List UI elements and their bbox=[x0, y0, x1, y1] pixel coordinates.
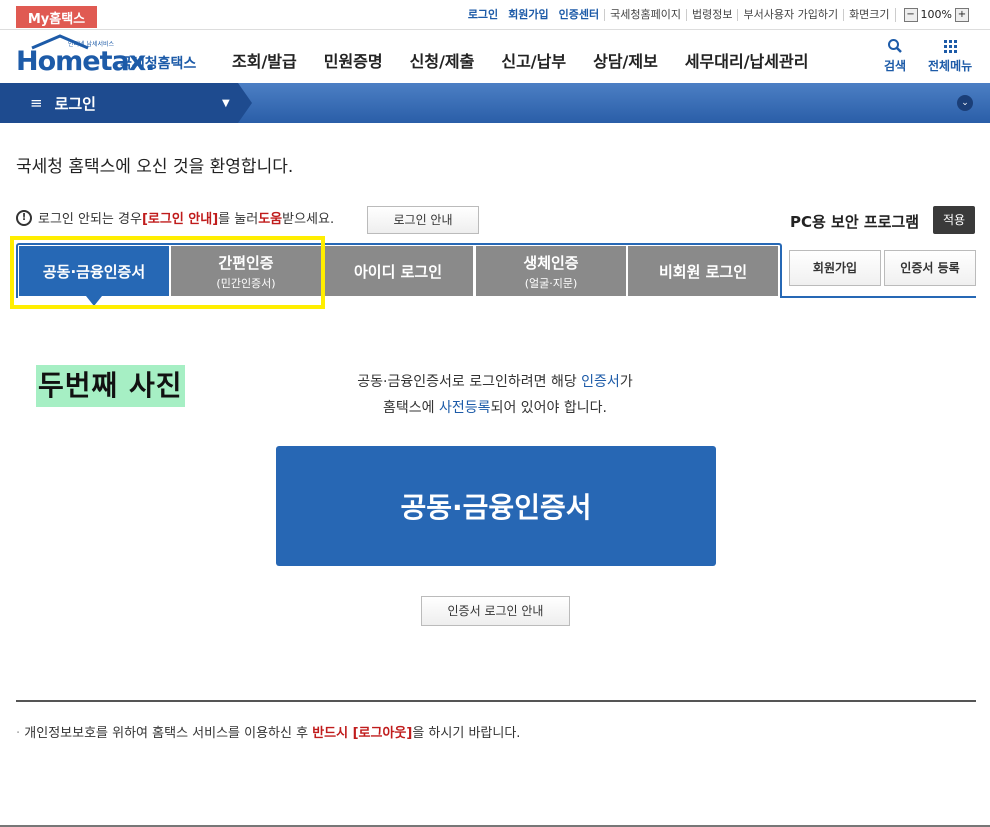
help-prefix: 로그인 안되는 경우 bbox=[38, 212, 142, 227]
desc-line-1: 공동·금융인증서로 로그인하려면 해당 인증서가 bbox=[357, 374, 633, 390]
location-label: 로그인 bbox=[54, 94, 96, 113]
grid-menu-icon bbox=[944, 40, 958, 53]
site-header: 인터넷 납세서비스 Hometax. 국세청홈택스 조회/발급 민원증명 신청/… bbox=[0, 30, 990, 82]
location-dropdown[interactable]: ≡ 로그인 ▼ bbox=[0, 83, 238, 123]
utility-links: 로그인 회원가입 인증센터 국세청홈페이지 법령정보 부서사용자 가입하기 화면… bbox=[463, 8, 972, 22]
hamburger-icon: ≡ bbox=[30, 94, 43, 112]
welcome-heading: 국세청 홈택스에 오신 것을 환영합니다. bbox=[16, 157, 294, 177]
signup-button[interactable]: 회원가입 bbox=[789, 250, 881, 286]
util-login-link[interactable]: 로그인 bbox=[463, 9, 503, 21]
cert-register-button[interactable]: 인증서 등록 bbox=[884, 250, 976, 286]
logo-subtitle: 국세청홈택스 bbox=[119, 56, 197, 72]
section-divider bbox=[16, 700, 976, 702]
zoom-in-button[interactable]: + bbox=[955, 8, 969, 22]
hometax-logo[interactable]: 인터넷 납세서비스 Hometax. 국세청홈택스 bbox=[16, 34, 201, 77]
utility-bar: My홈택스 로그인 회원가입 인증센터 국세청홈페이지 법령정보 부서사용자 가… bbox=[0, 0, 990, 30]
tab-baseline bbox=[780, 296, 976, 298]
search-label: 검색 bbox=[884, 59, 907, 73]
security-program-label: PC용 보안 프로그램 bbox=[790, 213, 920, 231]
tab-label: 아이디 로그인 bbox=[353, 262, 443, 281]
util-signup-link[interactable]: 회원가입 bbox=[503, 9, 553, 21]
tab-sublabel: (얼굴·지문) bbox=[524, 276, 578, 290]
gnb-item-tax-agent[interactable]: 세무대리/납세관리 bbox=[685, 48, 809, 72]
gnb-item-certificate[interactable]: 민원증명 bbox=[324, 48, 383, 72]
security-apply-button[interactable]: 적용 bbox=[933, 206, 975, 234]
joint-cert-login-button[interactable]: 공동·금융인증서 bbox=[276, 446, 716, 566]
annotation-label: 두번째 사진 bbox=[36, 365, 185, 407]
tab-label: 생체인증 bbox=[523, 253, 579, 272]
location-bar: ≡ 로그인 ▼ ⌄ bbox=[0, 83, 990, 123]
gnb-item-consult[interactable]: 상담/제보 bbox=[593, 48, 658, 72]
util-screen-size-label: 화면크기 bbox=[843, 9, 894, 21]
search-button[interactable]: 검색 bbox=[884, 38, 906, 74]
util-law-link[interactable]: 법령정보 bbox=[686, 9, 737, 21]
login-guide-button[interactable]: 로그인 안내 bbox=[367, 206, 479, 234]
exclamation-icon: ! bbox=[16, 209, 32, 226]
search-icon bbox=[888, 39, 902, 53]
tab-guest-login[interactable]: 비회원 로그인 bbox=[628, 246, 778, 296]
gnb-item-inquiry[interactable]: 조회/발급 bbox=[232, 48, 297, 72]
all-menu-button[interactable]: 전체메뉴 bbox=[928, 38, 972, 74]
zoom-out-button[interactable]: − bbox=[903, 8, 918, 22]
util-nts-home-link[interactable]: 국세청홈페이지 bbox=[604, 9, 686, 21]
annotation-highlight-box bbox=[10, 236, 325, 309]
zoom-control: − 100% + bbox=[894, 8, 972, 22]
help-link: 도움 bbox=[258, 212, 283, 227]
tab-id-login[interactable]: 아이디 로그인 bbox=[323, 246, 473, 296]
util-dept-signup-link[interactable]: 부서사용자 가입하기 bbox=[737, 9, 843, 21]
help-suffix: 받으세요. bbox=[282, 212, 335, 227]
tab-biometric[interactable]: 생체인증 (얼굴·지문) bbox=[476, 246, 626, 296]
chevron-down-icon[interactable]: ⌄ bbox=[957, 95, 973, 111]
location-arrow bbox=[238, 83, 252, 123]
my-hometax-tab[interactable]: My홈택스 bbox=[16, 6, 97, 28]
privacy-notice: · 개인정보보호를 위하여 홈택스 서비스를 이용하신 후 반드시 [로그아웃]… bbox=[16, 726, 521, 741]
help-mid: 를 눌러 bbox=[218, 212, 259, 227]
zoom-value: 100% bbox=[920, 8, 952, 21]
all-menu-label: 전체메뉴 bbox=[928, 59, 973, 73]
gnb-item-report[interactable]: 신고/납부 bbox=[501, 48, 566, 72]
desc-line-2: 홈택스에 사전등록되어 있어야 합니다. bbox=[383, 400, 607, 416]
caret-down-icon: ▼ bbox=[222, 98, 230, 109]
cert-login-description: 공동·금융인증서로 로그인하려면 해당 인증서가 홈택스에 사전등록되어 있어야… bbox=[300, 369, 690, 421]
cert-login-guide-button[interactable]: 인증서 로그인 안내 bbox=[421, 596, 570, 626]
tab-label: 비회원 로그인 bbox=[658, 262, 748, 281]
login-help-text: ! 로그인 안되는 경우 [로그인 안내] 를 눌러 도움 받으세요. bbox=[16, 208, 334, 227]
global-nav: 조회/발급 민원증명 신청/제출 신고/납부 상담/제보 세무대리/납세관리 bbox=[232, 48, 835, 72]
util-cert-center-link[interactable]: 인증센터 bbox=[554, 9, 604, 21]
help-login-guide-link[interactable]: [로그인 안내] bbox=[142, 208, 218, 227]
gnb-item-apply[interactable]: 신청/제출 bbox=[410, 48, 475, 72]
